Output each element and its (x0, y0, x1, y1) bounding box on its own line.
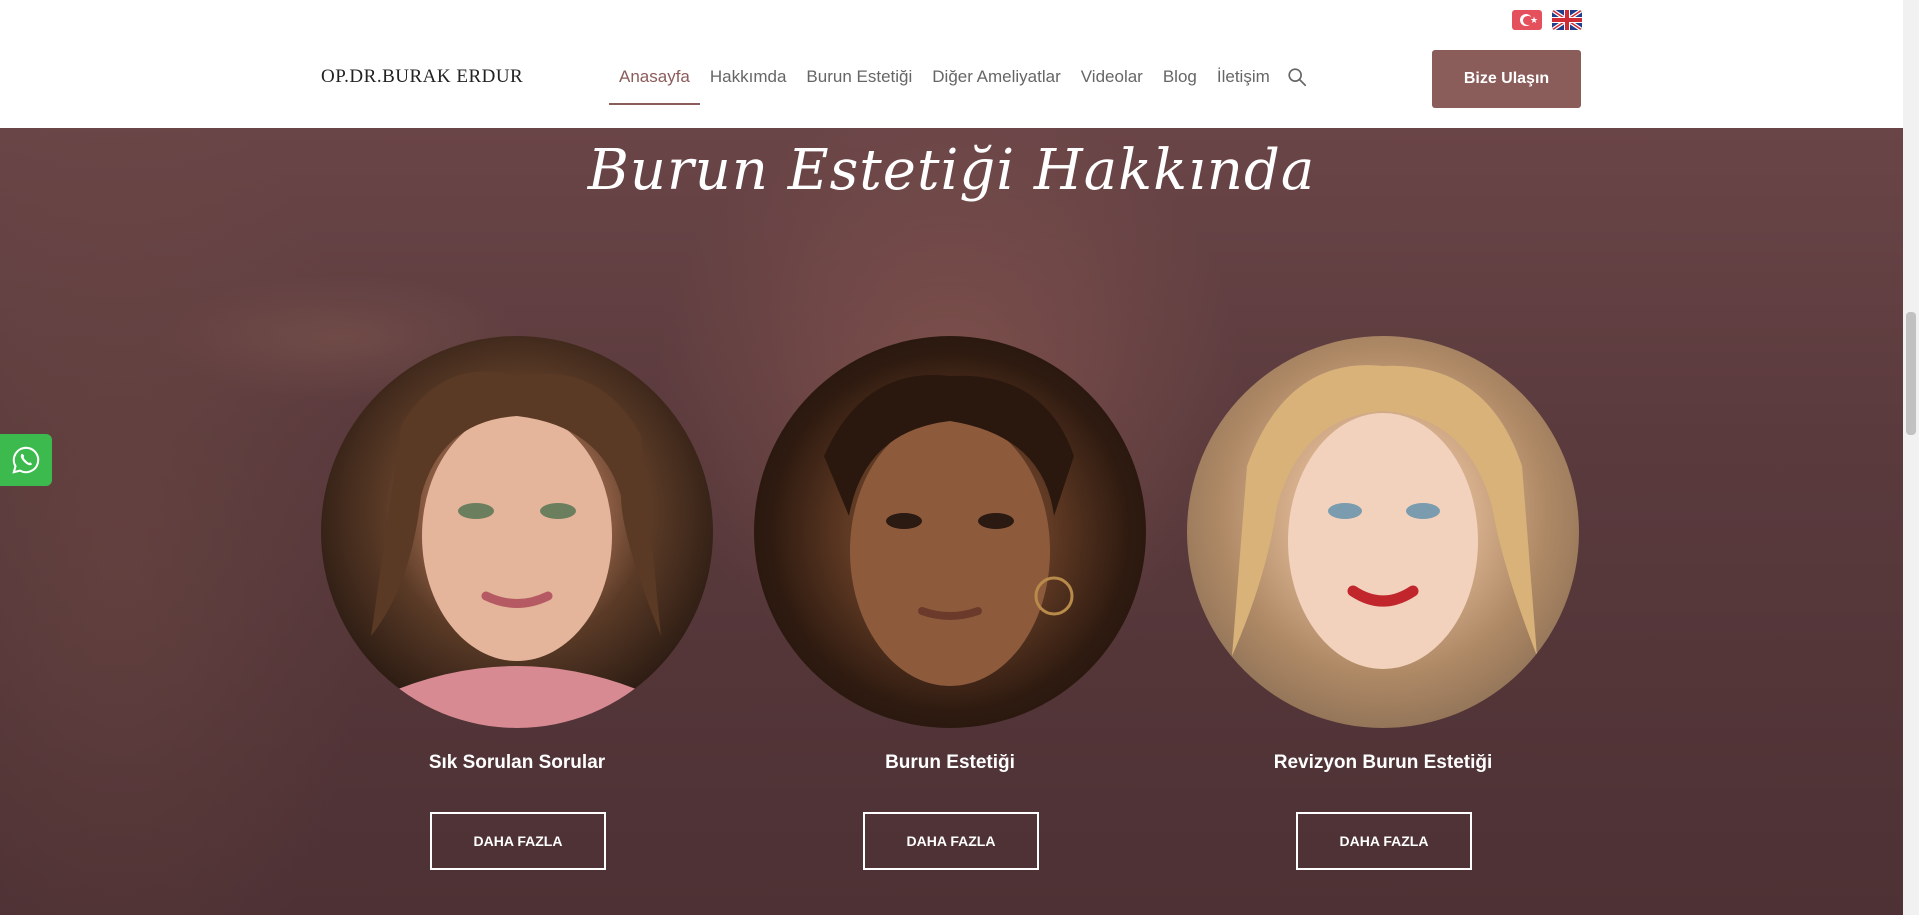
portrait-image[interactable] (1187, 336, 1579, 728)
portrait-image[interactable] (754, 336, 1146, 728)
read-more-button[interactable]: DAHA FAZLA (430, 812, 606, 870)
card-revizyon: Revizyon Burun Estetiği DAHA FAZLA (1187, 336, 1579, 870)
nav-item-blog[interactable]: Blog (1153, 67, 1207, 87)
card-title: Burun Estetiği (885, 752, 1015, 773)
main-nav: Anasayfa Hakkımda Burun Estetiği Diğer A… (609, 66, 1308, 105)
nav-item-videolar[interactable]: Videolar (1071, 67, 1153, 87)
card-title: Sık Sorulan Sorular (428, 752, 606, 773)
nav-item-burun-estetigi[interactable]: Burun Estetiği (796, 67, 922, 87)
portrait-image[interactable] (321, 336, 713, 728)
page-scrollbar[interactable] (1903, 0, 1919, 915)
tr-flag-icon[interactable]: ★ (1512, 10, 1542, 30)
nav-item-diger-ameliyatlar[interactable]: Diğer Ameliyatlar (922, 67, 1071, 87)
read-more-button[interactable]: DAHA FAZLA (1296, 812, 1472, 870)
whatsapp-button[interactable] (0, 434, 52, 486)
whatsapp-icon (12, 446, 40, 474)
site-header: ★ OP.DR.BURAK ERDUR Anasayfa Hakkımda Bu… (0, 0, 1903, 128)
search-icon[interactable] (1286, 66, 1308, 88)
language-switcher: ★ (1512, 10, 1582, 30)
nav-item-anasayfa[interactable]: Anasayfa (609, 67, 700, 105)
nav-item-iletisim[interactable]: İletişim (1207, 67, 1280, 87)
scrollbar-thumb[interactable] (1906, 312, 1916, 435)
contact-us-button[interactable]: Bize Ulaşın (1432, 50, 1581, 108)
section-title: Burun Estetiği Hakkında (587, 138, 1316, 203)
gb-flag-icon[interactable] (1552, 10, 1582, 30)
card-sss: Sık Sorulan Sorular DAHA FAZLA (321, 336, 713, 870)
card-title: Revizyon Burun Estetiği (1273, 752, 1493, 773)
nav-item-hakkimda[interactable]: Hakkımda (700, 67, 797, 87)
card-burun-estetigi: Burun Estetiği DAHA FAZLA (754, 336, 1146, 870)
site-logo[interactable]: OP.DR.BURAK ERDUR (321, 66, 523, 88)
read-more-button[interactable]: DAHA FAZLA (863, 812, 1039, 870)
